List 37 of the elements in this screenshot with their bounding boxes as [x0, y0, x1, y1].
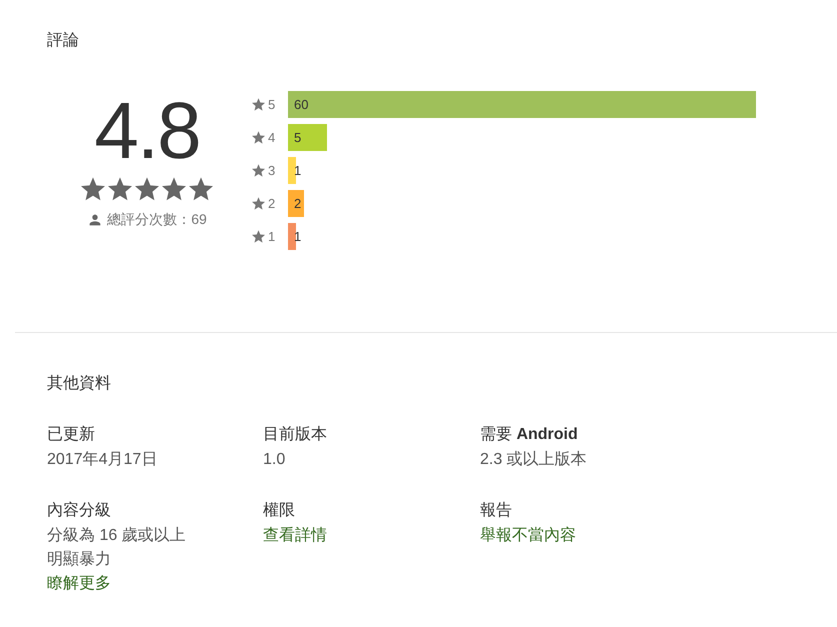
rating-label: 4 — [268, 130, 276, 145]
section-title: 其他資料 — [47, 374, 112, 394]
info-value: 2017年4月17日 — [47, 451, 158, 468]
star-icon — [252, 164, 265, 177]
rating-bar-count: 5 — [294, 129, 302, 147]
info-link[interactable]: 查看詳情 — [263, 527, 327, 544]
star-icon — [162, 177, 186, 201]
star-icon — [189, 177, 213, 201]
star-icon — [252, 131, 265, 144]
info-link[interactable]: 瞭解更多 — [47, 575, 111, 592]
section-title: 評論 — [47, 30, 80, 51]
info-label: 需要 Android — [480, 425, 579, 445]
person-icon — [87, 212, 104, 228]
rating-label: 3 — [268, 163, 276, 178]
rating-bar-count: 2 — [294, 195, 302, 213]
rating-label: 5 — [268, 97, 276, 112]
info-label: 已更新 — [47, 424, 96, 445]
rating-label: 1 — [268, 229, 276, 244]
star-icon — [108, 177, 132, 201]
info-value: 1.0 — [263, 451, 286, 468]
star-icon — [252, 230, 265, 243]
info-label: 內容分級 — [47, 500, 112, 521]
rating-label: 2 — [268, 196, 276, 211]
star-icon — [135, 177, 159, 201]
info-label: 權限 — [263, 501, 296, 521]
star-icon — [252, 98, 265, 111]
star-icon — [81, 177, 105, 201]
info-value: 2.3 或以上版本 — [480, 451, 587, 468]
info-link[interactable]: 舉報不當內容 — [480, 527, 576, 544]
rating-bar-count: 60 — [294, 96, 308, 114]
info-label: 目前版本 — [263, 424, 328, 445]
info-label: 報告 — [480, 500, 513, 521]
rating-count: 總評分次數：69 — [107, 211, 207, 229]
star-icon — [252, 197, 265, 210]
info-value: 分級為 16 歲或以上 — [47, 527, 186, 544]
info-value: 明顯暴力 — [47, 551, 111, 568]
average-rating: 4.8 — [94, 91, 200, 171]
